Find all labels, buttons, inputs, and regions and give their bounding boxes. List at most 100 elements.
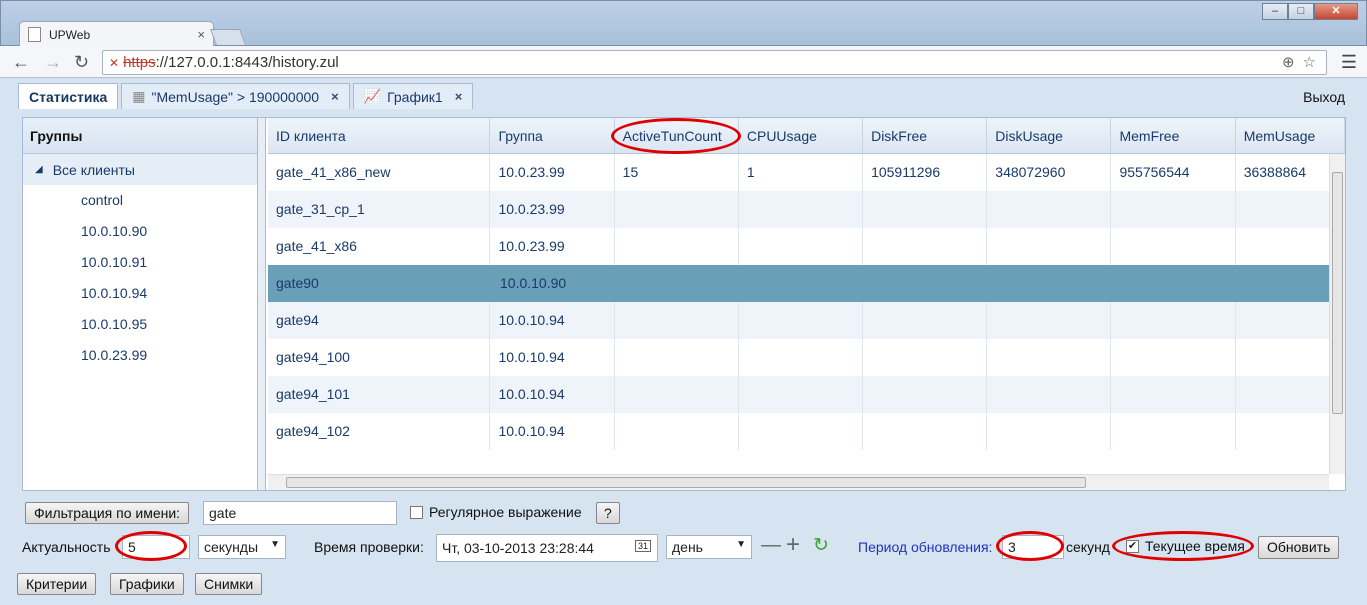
minimize-button[interactable]: – xyxy=(1262,3,1288,20)
page-icon xyxy=(28,27,41,42)
table-cell xyxy=(742,265,867,302)
table-row[interactable]: gate_31_cp_1 10.0.23.99 xyxy=(268,191,1345,228)
new-tab-button[interactable] xyxy=(210,29,246,45)
column-header[interactable]: CPUUsage xyxy=(739,118,864,153)
maximize-button[interactable]: □ xyxy=(1288,3,1314,20)
table-cell: 10.0.10.94 xyxy=(490,376,615,413)
table-cell xyxy=(863,191,988,228)
horizontal-scrollbar[interactable] xyxy=(268,474,1329,490)
table-cell xyxy=(863,228,988,265)
close-tab-icon[interactable]: × xyxy=(331,89,339,104)
column-header[interactable]: MemUsage xyxy=(1236,118,1345,153)
table-cell xyxy=(615,302,739,339)
refresh-icon[interactable]: ↻ xyxy=(813,534,829,557)
table-row[interactable]: gate94_100 10.0.10.94 xyxy=(268,339,1345,376)
bookmark-star-icon[interactable]: ☆ xyxy=(1303,53,1316,71)
table-cell xyxy=(1111,413,1236,450)
table-cell: gate94_101 xyxy=(268,376,491,413)
column-header[interactable]: Группа xyxy=(490,118,615,153)
table-cell xyxy=(987,191,1112,228)
annotation-circle xyxy=(115,531,187,561)
update-period-label: Период обновления: xyxy=(858,539,993,555)
table-cell: 10.0.10.90 xyxy=(492,265,617,302)
table-cell xyxy=(739,302,864,339)
scroll-thumb[interactable] xyxy=(286,477,1086,488)
dropdown-arrow-icon[interactable]: ▼ xyxy=(736,539,746,550)
chart-icon: 📈 xyxy=(363,88,382,104)
calendar-icon[interactable]: 31 xyxy=(634,540,651,552)
table-row[interactable]: gate_41_x86 10.0.23.99 xyxy=(268,228,1345,265)
vertical-scrollbar[interactable] xyxy=(1329,154,1345,474)
tree-item[interactable]: 10.0.10.91 xyxy=(23,247,257,278)
table-cell xyxy=(987,228,1112,265)
browser-tab[interactable]: UPWeb × xyxy=(19,21,214,47)
column-header[interactable]: MemFree xyxy=(1111,118,1236,153)
panel-splitter[interactable] xyxy=(258,118,266,490)
check-time-input[interactable]: Чт, 03-10-2013 23:28:44 31 xyxy=(436,534,658,562)
tree-item[interactable]: 10.0.10.90 xyxy=(23,216,257,247)
tab-label: "MemUsage" > 190000000 xyxy=(151,88,320,105)
check-time-value: Чт, 03-10-2013 23:28:44 xyxy=(442,540,594,556)
actuality-unit-select[interactable]: секунды ▼ xyxy=(198,535,286,559)
table-cell xyxy=(863,413,988,450)
exit-link[interactable]: Выход xyxy=(1303,89,1345,105)
update-button[interactable]: Обновить xyxy=(1258,536,1340,559)
scroll-thumb[interactable] xyxy=(1332,172,1343,414)
close-window-button[interactable]: ✕ xyxy=(1314,3,1358,20)
tree-item[interactable]: 10.0.10.95 xyxy=(23,309,257,340)
table-cell xyxy=(739,376,864,413)
browser-menu-icon[interactable]: ☰ xyxy=(1341,52,1357,73)
table-cell xyxy=(615,413,739,450)
tab-memusage-filter[interactable]: ▦ "MemUsage" > 190000000 × xyxy=(121,83,350,109)
annotation-circle xyxy=(611,118,741,154)
table-cell: 10.0.10.94 xyxy=(490,302,615,339)
zoom-icon[interactable]: ⊕ xyxy=(1282,53,1295,71)
tab-chart1[interactable]: 📈 График1 × xyxy=(352,83,474,109)
table-row[interactable]: gate94_101 10.0.10.94 xyxy=(268,376,1345,413)
snapshots-button[interactable]: Снимки xyxy=(195,573,263,595)
tree-item[interactable]: 10.0.23.99 xyxy=(23,340,257,371)
tab-label: График1 xyxy=(387,88,443,105)
column-header[interactable]: DiskUsage xyxy=(987,118,1112,153)
minus-icon[interactable]: — xyxy=(761,534,781,557)
plus-icon[interactable]: + xyxy=(786,531,800,559)
close-tab-icon[interactable]: × xyxy=(455,89,463,104)
grid-body: gate_41_x86_new 10.0.23.99 15 1 105911296 348… xyxy=(268,154,1345,450)
charts-button[interactable]: Графики xyxy=(110,573,184,595)
tree-item[interactable]: 10.0.10.94 xyxy=(23,278,257,309)
criteria-button[interactable]: Критерии xyxy=(17,573,97,595)
table-row[interactable]: gate94_102 10.0.10.94 xyxy=(268,413,1345,450)
reload-icon[interactable]: ↻ xyxy=(74,52,89,73)
name-filter-input[interactable]: gate xyxy=(203,501,397,525)
close-tab-icon[interactable]: × xyxy=(197,27,205,42)
address-bar-icons: ⊕ ☆ xyxy=(1282,53,1316,71)
table-row[interactable]: gate94 10.0.10.94 xyxy=(268,302,1345,339)
table-cell xyxy=(1111,191,1236,228)
table-row[interactable]: gate_41_x86_new 10.0.23.99 15 1 105911296 348… xyxy=(268,154,1345,191)
table-cell: 105911296 xyxy=(863,154,988,191)
address-bar[interactable]: ✕ https ://127.0.0.1:8443/history.zul ⊕ … xyxy=(102,50,1327,75)
column-header[interactable]: ID клиента xyxy=(268,118,491,153)
tree-root-all-clients[interactable]: ◢ Все клиенты xyxy=(23,154,257,185)
back-arrow-icon[interactable]: ← xyxy=(12,52,30,73)
help-button[interactable]: ? xyxy=(596,502,620,524)
regex-checkbox[interactable] xyxy=(410,506,423,519)
grid-header: ID клиента Группа ActiveTunCount CPUUsage Di… xyxy=(268,118,1345,154)
table-cell xyxy=(1111,302,1236,339)
column-header[interactable]: DiskFree xyxy=(863,118,988,153)
period-unit-select[interactable]: день ▼ xyxy=(666,535,752,559)
table-row[interactable]: gate90 10.0.10.90 xyxy=(268,265,1345,302)
table-cell xyxy=(1111,339,1236,376)
table-cell: 10.0.10.94 xyxy=(490,339,615,376)
table-cell xyxy=(863,302,988,339)
tab-statistics[interactable]: Статистика xyxy=(18,83,119,109)
tree-item[interactable]: control xyxy=(23,185,257,216)
table-cell: 10.0.23.99 xyxy=(490,154,615,191)
table-cell xyxy=(615,376,739,413)
filter-by-name-button[interactable]: Фильтрация по имени: xyxy=(25,502,190,524)
table-cell xyxy=(1111,376,1236,413)
collapse-triangle-icon[interactable]: ◢ xyxy=(35,164,43,175)
forward-arrow-icon[interactable]: → xyxy=(44,52,62,73)
table-cell: gate_31_cp_1 xyxy=(268,191,491,228)
dropdown-arrow-icon[interactable]: ▼ xyxy=(270,539,280,550)
